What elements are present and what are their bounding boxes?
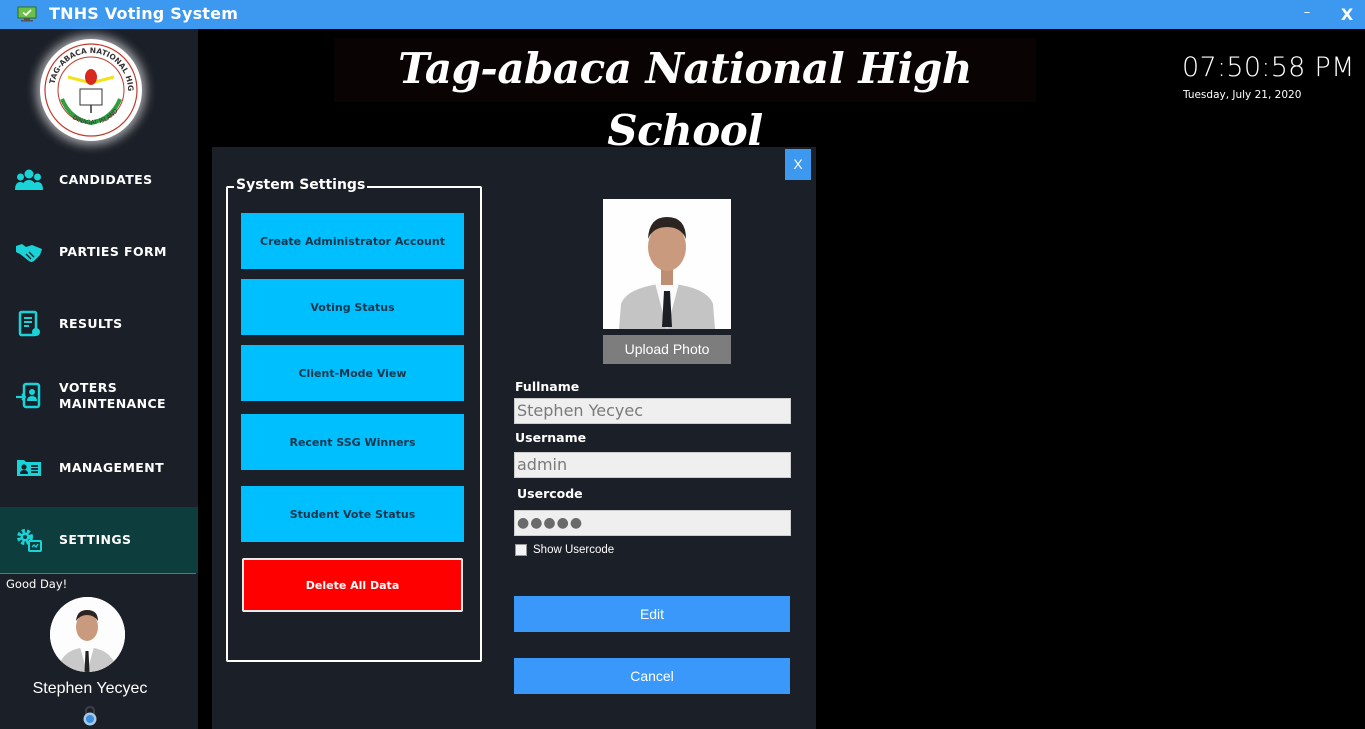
sidebar-item-parties-form[interactable]: PARTIES FORM bbox=[0, 219, 198, 285]
clock-date: Tuesday, July 21, 2020 bbox=[1183, 89, 1302, 101]
sidebar-item-label: PARTIES FORM bbox=[59, 244, 167, 259]
settings-icon bbox=[17, 529, 42, 552]
sidebar-divider bbox=[0, 573, 196, 574]
panel-close-button[interactable]: X bbox=[785, 149, 811, 180]
group-title: System Settings bbox=[234, 177, 368, 193]
username-label: Username bbox=[515, 430, 587, 445]
handshake-icon bbox=[16, 244, 42, 262]
school-seal-icon: TAG-ABACA NATIONAL HIGH SCHOOL DINAGAT I… bbox=[37, 32, 138, 137]
edit-button[interactable]: Edit bbox=[514, 596, 790, 632]
school-banner: Tag-abaca National High School bbox=[334, 38, 1036, 155]
delete-all-data-button[interactable]: Delete All Data bbox=[242, 558, 463, 612]
username-field[interactable]: admin bbox=[514, 452, 791, 478]
title-bar: TNHS Voting System – X bbox=[0, 0, 1365, 29]
sidebar-item-management[interactable]: MANAGEMENT bbox=[0, 435, 198, 501]
id-card-icon bbox=[17, 460, 41, 476]
sidebar-item-results[interactable]: RESULTS bbox=[0, 291, 198, 357]
user-name: Stephen Yecyec bbox=[32, 680, 148, 697]
document-icon bbox=[18, 310, 40, 337]
label-line-1: VOTERS bbox=[59, 380, 118, 395]
usercode-label: Usercode bbox=[517, 486, 583, 501]
usercode-field[interactable]: ●●●●● bbox=[514, 510, 791, 536]
clock-time: 07:50:58 PM bbox=[1182, 52, 1355, 83]
close-window-button[interactable]: X bbox=[1335, 3, 1359, 27]
create-admin-account-button[interactable]: Create Administrator Account bbox=[241, 213, 464, 269]
sidebar-item-label: MANAGEMENT bbox=[59, 460, 165, 475]
show-usercode-checkbox[interactable] bbox=[515, 544, 527, 556]
show-usercode-label: Show Usercode bbox=[533, 544, 615, 556]
greeting-text: Good Day! bbox=[6, 577, 68, 591]
school-logo: TAG-ABACA NATIONAL HIGH SCHOOL DINAGAT I… bbox=[37, 32, 142, 141]
client-mode-view-button[interactable]: Client-Mode View bbox=[241, 345, 464, 401]
window-title: TNHS Voting System bbox=[49, 4, 239, 23]
sidebar-item-settings[interactable]: SETTINGS bbox=[0, 507, 198, 573]
settings-panel: X System Settings Create Administrator A… bbox=[212, 147, 816, 729]
school-name: Tag-abaca National High School bbox=[398, 44, 972, 155]
show-usercode-checkbox-row[interactable]: Show Usercode bbox=[515, 543, 614, 556]
recent-ssg-winners-button[interactable]: Recent SSG Winners bbox=[241, 414, 464, 470]
user-login-icon bbox=[16, 382, 41, 409]
sidebar-item-candidates[interactable]: CANDIDATES bbox=[0, 147, 198, 213]
fullname-field[interactable]: Stephen Yecyec bbox=[514, 398, 791, 424]
minimize-button[interactable]: – bbox=[1296, 2, 1318, 26]
sidebar-item-label: VOTERS MAINTENANCE bbox=[59, 380, 166, 412]
profile-photo bbox=[603, 199, 731, 329]
lock-icon[interactable] bbox=[81, 706, 99, 726]
cancel-button[interactable]: Cancel bbox=[514, 658, 790, 694]
voting-status-button[interactable]: Voting Status bbox=[241, 279, 464, 335]
upload-photo-button[interactable]: Upload Photo bbox=[603, 335, 731, 364]
sidebar: TAG-ABACA NATIONAL HIGH SCHOOL DINAGAT I… bbox=[0, 29, 198, 729]
sidebar-item-voters-maintenance[interactable]: VOTERS MAINTENANCE bbox=[0, 363, 198, 429]
users-icon bbox=[15, 169, 43, 190]
user-photo-icon bbox=[603, 199, 731, 329]
sidebar-item-label: SETTINGS bbox=[59, 532, 132, 547]
label-line-2: MAINTENANCE bbox=[59, 396, 167, 411]
monitor-check-icon bbox=[17, 6, 37, 22]
sidebar-item-label: RESULTS bbox=[59, 316, 123, 331]
avatar bbox=[50, 597, 125, 672]
student-vote-status-button[interactable]: Student Vote Status bbox=[241, 486, 464, 542]
user-photo-icon bbox=[50, 597, 125, 672]
sidebar-item-label: CANDIDATES bbox=[59, 172, 153, 187]
system-settings-group: System Settings Create Administrator Acc… bbox=[226, 177, 482, 662]
fullname-label: Fullname bbox=[515, 379, 580, 394]
